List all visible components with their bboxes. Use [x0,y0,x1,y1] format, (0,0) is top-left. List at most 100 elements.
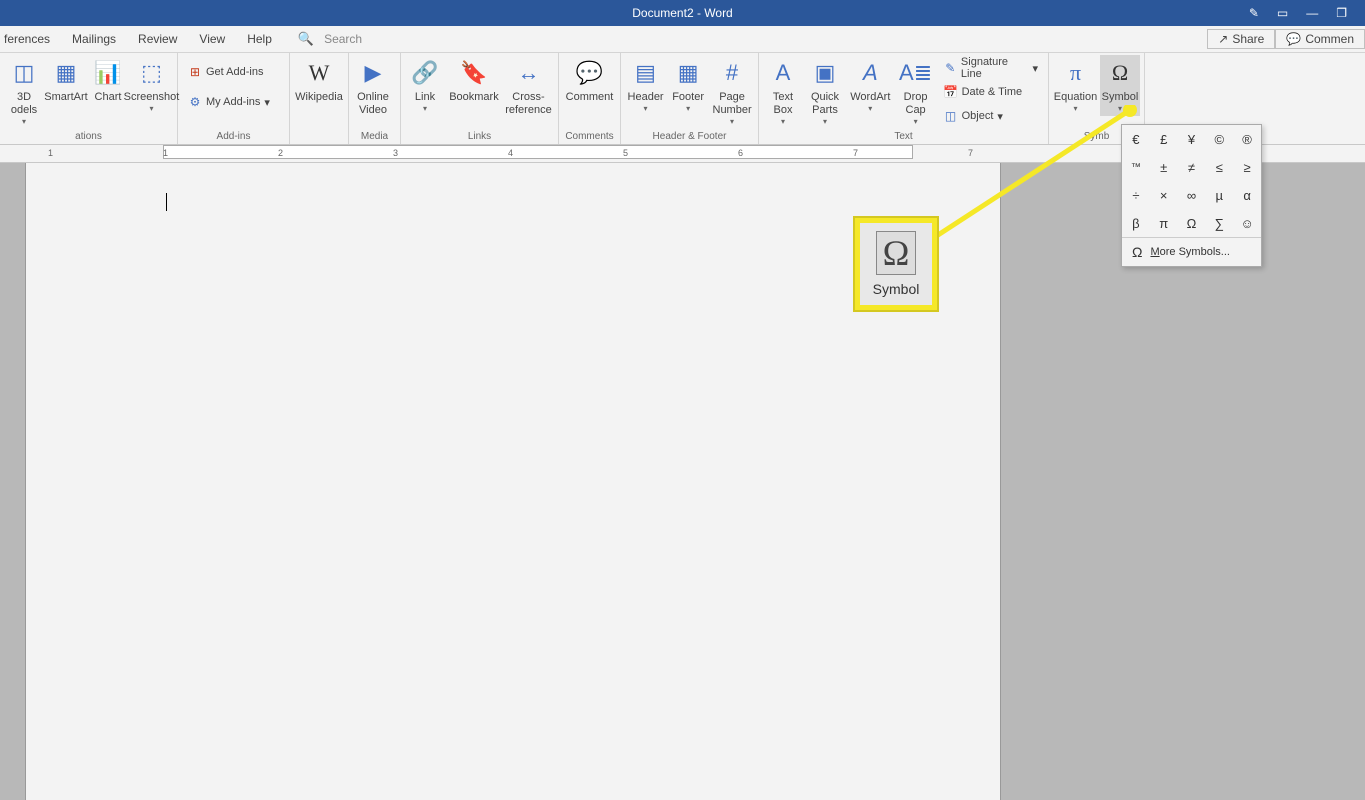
group-label-headerfooter: Header & Footer [621,131,758,144]
symbol-grid: € £ ¥ © ® ™ ± ≠ ≤ ≥ ÷ × ∞ µ α β π Ω ∑ ☺ [1122,125,1261,237]
date-time-button[interactable]: 📅 Date & Time [940,81,1042,103]
crossref-icon: ↔ [512,57,544,89]
smartart-button[interactable]: ▦ SmartArt [46,55,86,106]
quickparts-button[interactable]: ▣ Quick Parts ▾ [805,55,845,129]
symbol-infinity[interactable]: ∞ [1178,181,1206,209]
restore-icon[interactable]: ❐ [1336,6,1347,20]
symbol-plusminus[interactable]: ± [1150,153,1178,181]
share-label: Share [1232,32,1264,46]
symbol-multiply[interactable]: × [1150,181,1178,209]
symbol-euro[interactable]: € [1122,125,1150,153]
tab-help[interactable]: Help [245,28,274,50]
link-button[interactable]: 🔗 Link ▾ [405,55,445,116]
get-addins-button[interactable]: ⊞ Get Add-ins [184,61,274,83]
symbol-lte[interactable]: ≤ [1205,153,1233,181]
chevron-down-icon: ▾ [914,117,918,127]
symbol-omega[interactable]: Ω [1178,209,1206,237]
ribbon-display-icon[interactable]: ▭ [1277,6,1288,20]
share-button[interactable]: ↗ Share [1207,29,1275,49]
my-addins-button[interactable]: ⚙ My Add-ins ▾ [184,91,274,113]
ribbon-tabs-row: ferences Mailings Review View Help 🔍 Sea… [0,26,1365,53]
minimize-icon[interactable]: — [1306,6,1318,20]
tab-references[interactable]: ferences [2,28,52,50]
search-icon: 🔍 [298,31,314,47]
footer-button[interactable]: ▦ Footer ▾ [668,55,708,116]
comment-button[interactable]: 💬 Comment [563,55,616,106]
omega-icon: Ω [1104,57,1136,89]
window-controls: ✎ ▭ — ❐ [1249,0,1365,26]
header-button[interactable]: ▤ Header ▾ [625,55,666,116]
smartart-icon: ▦ [50,57,82,89]
symbol-sigma[interactable]: ∑ [1205,209,1233,237]
chevron-down-icon: ▾ [644,104,648,114]
group-label-addins: Add-ins [178,131,289,144]
wikipedia-button[interactable]: W Wikipedia [294,55,344,106]
symbol-gte[interactable]: ≥ [1233,153,1261,181]
symbol-trademark[interactable]: ™ [1122,153,1150,181]
symbol-smiley[interactable]: ☺ [1233,209,1261,237]
textbox-icon: A [767,57,799,89]
footer-icon: ▦ [672,57,704,89]
3d-models-button[interactable]: ◫ 3D odels ▾ [4,55,44,129]
pagenumber-button[interactable]: # Page Number ▾ [710,55,754,129]
comment-label: Commen [1305,32,1354,46]
object-button[interactable]: ◫ Object ▾ [940,105,1042,127]
symbol-alpha[interactable]: α [1233,181,1261,209]
addins-icon: ⚙ [188,95,202,109]
store-icon: ⊞ [188,65,202,79]
chevron-down-icon: ▾ [1073,104,1077,114]
dropcap-icon: A≣ [900,57,932,89]
symbol-yen[interactable]: ¥ [1178,125,1206,153]
chevron-down-icon: ▾ [149,104,153,114]
chevron-down-icon: ▾ [868,104,872,114]
symbol-dropdown: € £ ¥ © ® ™ ± ≠ ≤ ≥ ÷ × ∞ µ α β π Ω ∑ ☺ … [1121,124,1262,267]
symbol-copyright[interactable]: © [1205,125,1233,153]
tab-mailings[interactable]: Mailings [70,28,118,50]
screenshot-icon: ⬚ [136,57,168,89]
tab-view[interactable]: View [197,28,227,50]
comments-button[interactable]: 💬 Commen [1275,29,1365,49]
symbol-pound[interactable]: £ [1150,125,1178,153]
symbol-mu[interactable]: µ [1205,181,1233,209]
calendar-icon: 📅 [944,85,958,99]
wordart-icon: A [854,57,886,89]
bookmark-button[interactable]: 🔖 Bookmark [447,55,501,106]
screenshot-button[interactable]: ⬚ Screenshot ▾ [130,55,173,116]
pi-icon: π [1060,57,1092,89]
dropcap-button[interactable]: A≣ Drop Cap ▾ [896,55,936,129]
symbol-button[interactable]: Ω Symbol ▾ [1100,55,1140,116]
annotation-callout: Ω Symbol [855,218,937,310]
search-area[interactable]: 🔍 Search [298,31,362,47]
chart-button[interactable]: 📊 Chart [88,55,128,106]
video-icon: ▶ [357,57,389,89]
equation-button[interactable]: π Equation ▾ [1053,55,1098,116]
group-label-comments: Comments [559,131,620,144]
group-label-text: Text [759,131,1048,144]
symbol-notequal[interactable]: ≠ [1178,153,1206,181]
online-video-button[interactable]: ▶ Online Video [353,55,393,119]
callout-label: Symbol [873,281,920,297]
crossref-button[interactable]: ↔ Cross- reference [503,55,554,119]
window-title: Document2 - Word [632,6,732,20]
comment-icon: 💬 [1286,32,1301,46]
link-icon: 🔗 [409,57,441,89]
omega-icon: Ω [876,231,917,275]
tab-review[interactable]: Review [136,28,179,50]
wordart-button[interactable]: A WordArt ▾ [847,55,894,116]
symbol-pi[interactable]: π [1150,209,1178,237]
symbol-registered[interactable]: ® [1233,125,1261,153]
chevron-down-icon: ▾ [823,117,827,127]
chevron-down-icon: ▾ [1032,62,1038,75]
text-cursor [166,193,167,211]
textbox-button[interactable]: A Text Box ▾ [763,55,803,129]
chevron-down-icon: ▾ [781,117,785,127]
object-icon: ◫ [944,109,958,123]
chevron-down-icon: ▾ [686,104,690,114]
signature-line-button[interactable]: ✎ Signature Line ▾ [940,57,1042,79]
chart-icon: 📊 [92,57,124,89]
symbol-divide[interactable]: ÷ [1122,181,1150,209]
symbol-beta[interactable]: β [1122,209,1150,237]
more-symbols-button[interactable]: Ω More Symbols... [1122,237,1261,266]
search-placeholder: Search [324,32,362,46]
pen-icon[interactable]: ✎ [1249,6,1259,20]
